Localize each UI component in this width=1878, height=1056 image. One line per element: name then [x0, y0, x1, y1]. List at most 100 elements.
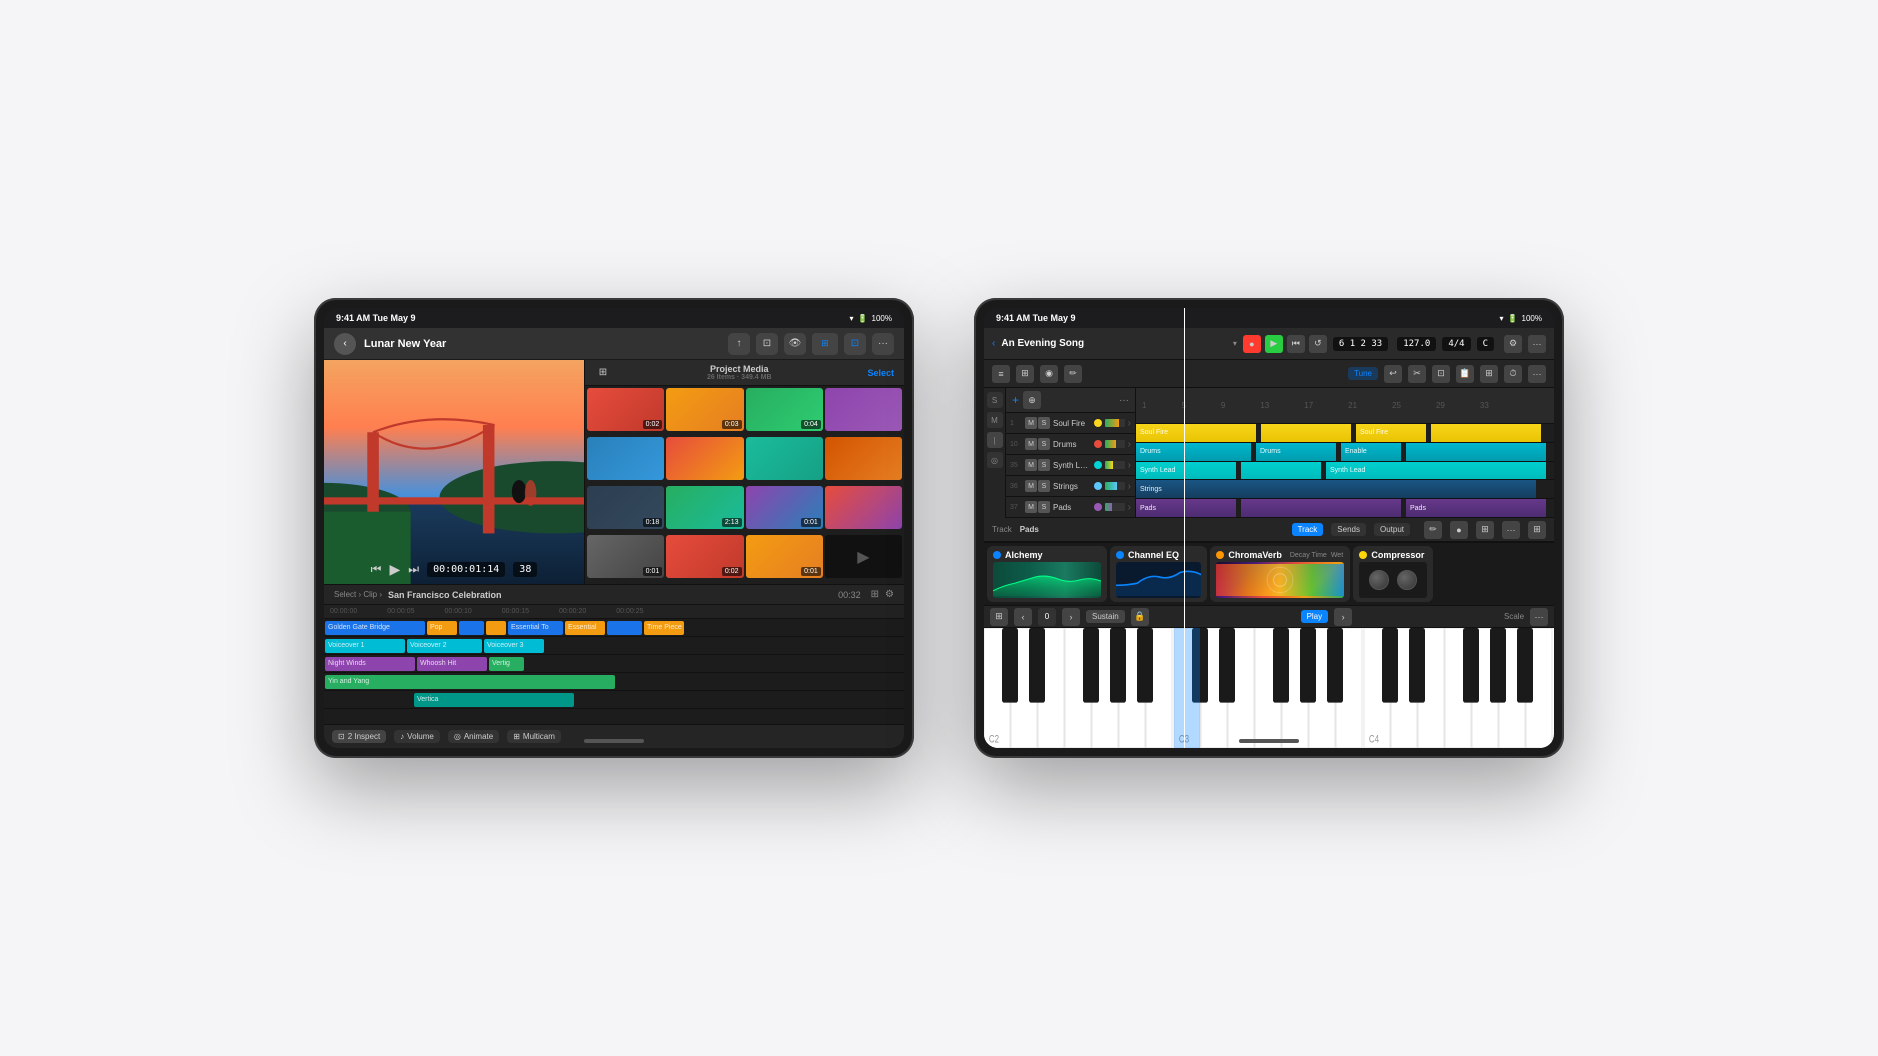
- media-thumb-10[interactable]: 2:13: [666, 486, 743, 529]
- logic-sidebar-s[interactable]: S: [987, 392, 1003, 408]
- track-3-m-btn[interactable]: M: [1025, 459, 1037, 471]
- clip-vertica[interactable]: Vertica: [414, 693, 574, 707]
- clip-essential[interactable]: Essential To: [508, 621, 563, 635]
- timeline-link-icon[interactable]: ⊞: [871, 589, 879, 600]
- fcp-view-icon[interactable]: ⊡: [756, 333, 778, 355]
- piano-lock-btn[interactable]: 🔒: [1131, 608, 1149, 626]
- media-thumb-1[interactable]: 0:02: [587, 388, 664, 431]
- tab-track[interactable]: Track: [1292, 523, 1324, 536]
- track-edit-icon[interactable]: ✏: [1424, 521, 1442, 539]
- logic-clip-pads-3[interactable]: Pads: [1406, 499, 1546, 518]
- track-1-expand[interactable]: ›: [1128, 418, 1131, 429]
- track-5-m-btn[interactable]: M: [1025, 501, 1037, 513]
- transport-rewind[interactable]: ⏮: [371, 562, 382, 577]
- track-4-s-btn[interactable]: S: [1038, 480, 1050, 492]
- clip-essential2[interactable]: Essential: [565, 621, 605, 635]
- logic-clip-synth-1[interactable]: Synth Lead: [1136, 462, 1236, 481]
- track-grid-icon[interactable]: ⊞: [1476, 521, 1494, 539]
- media-thumb-11[interactable]: 0:01: [746, 486, 823, 529]
- volume-button[interactable]: ♪ Volume: [394, 730, 440, 743]
- logic-clip-strings-1[interactable]: Strings: [1136, 480, 1536, 499]
- clip-time-piece[interactable]: Time Piece: [644, 621, 684, 635]
- clip-vo3[interactable]: Voiceover 3: [484, 639, 544, 653]
- logic-copy-icon[interactable]: ⊡: [1432, 365, 1450, 383]
- transport-forward[interactable]: ⏭: [408, 562, 419, 577]
- fcp-more-icon[interactable]: ···: [872, 333, 894, 355]
- logic-clip-drums-3[interactable]: Enable: [1341, 443, 1401, 462]
- piano-forward-btn[interactable]: ›: [1062, 608, 1080, 626]
- logic-pencil-icon[interactable]: ✏: [1064, 365, 1082, 383]
- logic-clip-drums-1[interactable]: Drums: [1136, 443, 1251, 462]
- piano-play-fwd[interactable]: ›: [1334, 608, 1352, 626]
- piano-icon[interactable]: ⊞: [990, 608, 1008, 626]
- track-5-expand[interactable]: ›: [1128, 502, 1131, 513]
- media-thumb-9[interactable]: 0:18: [587, 486, 664, 529]
- media-thumb-13[interactable]: 0:01: [587, 535, 664, 578]
- logic-clip-drums-4[interactable]: [1406, 443, 1546, 462]
- track-3-s-btn[interactable]: S: [1038, 459, 1050, 471]
- logic-clip-synth-2[interactable]: [1241, 462, 1321, 481]
- sustain-btn[interactable]: Sustain: [1086, 610, 1125, 623]
- logic-sidebar-gain[interactable]: ◎: [987, 452, 1003, 468]
- logic-clip-soulfire-1[interactable]: Soul Fire: [1136, 424, 1256, 443]
- fcp-eye-icon[interactable]: 👁: [784, 333, 806, 355]
- logic-list-icon[interactable]: ≡: [992, 365, 1010, 383]
- fcp-back-button[interactable]: ‹: [334, 333, 356, 355]
- clip-golden-gate[interactable]: Golden Gate Bridge: [325, 621, 425, 635]
- multicam-button[interactable]: ⊞ Multicam: [507, 730, 561, 743]
- media-thumb-7[interactable]: [746, 437, 823, 480]
- clip-vertig[interactable]: Vertig: [489, 657, 524, 671]
- select-button[interactable]: Select: [867, 368, 894, 378]
- track-2-m-btn[interactable]: M: [1025, 438, 1037, 450]
- track-1-s-btn[interactable]: S: [1038, 417, 1050, 429]
- plugin-chromaverb[interactable]: ChromaVerb Decay Time Wet: [1210, 546, 1350, 602]
- track-4-expand[interactable]: ›: [1128, 481, 1131, 492]
- logic-settings-icon[interactable]: ⚙: [1504, 335, 1522, 353]
- media-thumb-6[interactable]: [666, 437, 743, 480]
- play-mode-btn[interactable]: Play: [1301, 610, 1329, 623]
- media-thumb-12[interactable]: [825, 486, 902, 529]
- logic-clip-soulfire-3[interactable]: Soul Fire: [1356, 424, 1426, 443]
- clip-pop[interactable]: Pop: [427, 621, 457, 635]
- logic-clip-synth-3[interactable]: Synth Lead: [1326, 462, 1546, 481]
- logic-record-btn[interactable]: ●: [1243, 335, 1261, 353]
- track-4-m-btn[interactable]: M: [1025, 480, 1037, 492]
- media-thumb-16[interactable]: ▶: [825, 535, 902, 578]
- clip-vo2[interactable]: Voiceover 2: [407, 639, 482, 653]
- fcp-share-icon[interactable]: ↑: [728, 333, 750, 355]
- tab-sends[interactable]: Sends: [1331, 523, 1366, 536]
- piano-back-btn[interactable]: ‹: [1014, 608, 1032, 626]
- animate-button[interactable]: ◎ Animate: [448, 730, 499, 743]
- logic-clip-soulfire-2[interactable]: [1261, 424, 1351, 443]
- media-thumb-3[interactable]: 0:04: [746, 388, 823, 431]
- clip-blue-2[interactable]: [459, 621, 484, 635]
- transport-play[interactable]: ▶: [389, 561, 400, 578]
- media-thumb-5[interactable]: [587, 437, 664, 480]
- logic-clip-pads-2[interactable]: [1241, 499, 1401, 518]
- fcp-media-btn[interactable]: ⊞: [812, 333, 838, 355]
- track-3-expand[interactable]: ›: [1128, 460, 1131, 471]
- logic-more-icon-2[interactable]: ···: [1528, 365, 1546, 383]
- logic-redo-icon[interactable]: ✂: [1408, 365, 1426, 383]
- track-2-s-btn[interactable]: S: [1038, 438, 1050, 450]
- logic-sidebar-level[interactable]: |: [987, 432, 1003, 448]
- track-5-s-btn[interactable]: S: [1038, 501, 1050, 513]
- logic-clip-pads-1[interactable]: Pads: [1136, 499, 1236, 518]
- timeline-settings-icon[interactable]: ⚙: [885, 589, 894, 600]
- piano-keyboard[interactable]: C2 C3 C4: [984, 628, 1554, 748]
- comp-knob-2[interactable]: [1397, 570, 1417, 590]
- logic-more-icon[interactable]: ···: [1528, 335, 1546, 353]
- media-thumb-2[interactable]: 0:03: [666, 388, 743, 431]
- clip-whoosh[interactable]: Whoosh Hit: [417, 657, 487, 671]
- inspect-button[interactable]: ⊡ 2 Inspect: [332, 730, 386, 743]
- clip-orange-2[interactable]: [486, 621, 506, 635]
- track-more-icon[interactable]: ···: [1502, 521, 1520, 539]
- clip-night-winds[interactable]: Night Winds: [325, 657, 415, 671]
- track-more-btn[interactable]: ···: [1119, 395, 1129, 406]
- clip-blue-3[interactable]: [607, 621, 642, 635]
- scale-more[interactable]: ···: [1530, 608, 1548, 626]
- logic-play-btn[interactable]: ▶: [1265, 335, 1283, 353]
- tab-output[interactable]: Output: [1374, 523, 1410, 536]
- piano-note-0[interactable]: 0: [1038, 608, 1056, 626]
- logic-clip-drums-2[interactable]: Drums: [1256, 443, 1336, 462]
